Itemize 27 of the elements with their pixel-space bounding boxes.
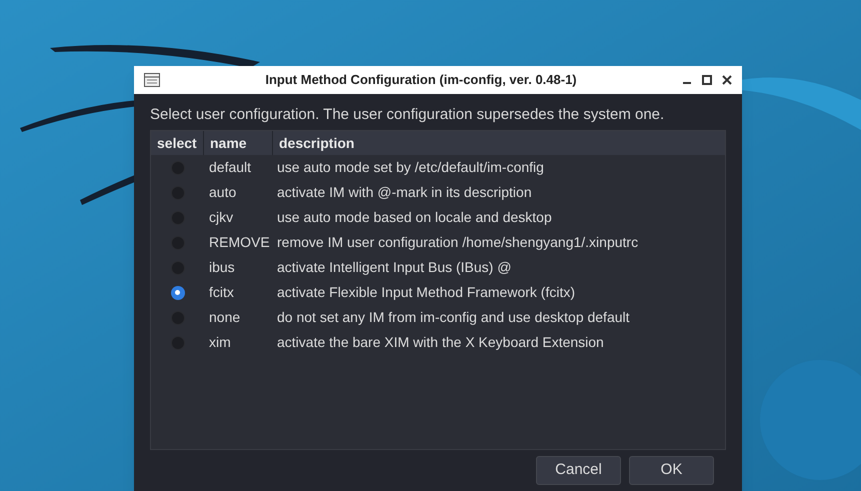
column-header[interactable]: description xyxy=(273,131,725,155)
description-cell-text: activate IM with @-mark in its description xyxy=(276,183,533,202)
close-icon[interactable] xyxy=(722,75,732,85)
description-cell-text: activate Intelligent Input Bus (IBus) @ xyxy=(276,258,512,277)
description-cell-text: do not set any IM from im-config and use desktop default xyxy=(276,308,631,327)
dialog-button[interactable]: Cancel xyxy=(536,456,621,485)
instruction-text: Select user configuration. The user configuration supersedes the system one. xyxy=(150,105,666,125)
description-cell-text: use auto mode based on locale and desktop xyxy=(276,208,553,227)
column-header[interactable]: name xyxy=(204,131,273,155)
description-cell-text: activate the bare XIM with the X Keyboard Extension xyxy=(276,333,605,352)
radio-button[interactable] xyxy=(170,286,184,300)
window-menu-icon[interactable] xyxy=(144,73,160,87)
name-cell-text: xim xyxy=(208,333,232,352)
description-cell-text: use auto mode set by /etc/default/im-config xyxy=(276,158,545,177)
name-cell-text: ibus xyxy=(208,258,236,277)
window-title: Input Method Configuration (im-config, ver. 0.48-1) xyxy=(265,71,577,90)
name-cell-text: fcitx xyxy=(208,283,235,302)
column-header[interactable]: select xyxy=(151,131,204,155)
name-cell-text: auto xyxy=(208,183,238,202)
name-cell-text: cjkv xyxy=(208,208,234,227)
description-cell-text: remove IM user configuration /home/shengyang1/.xinputrc xyxy=(276,233,640,252)
name-cell-text: REMOVE xyxy=(208,233,271,252)
description-cell-text: activate Flexible Input Method Framework (fcitx) xyxy=(276,283,576,302)
name-cell-text: default xyxy=(208,158,252,177)
name-cell-text: none xyxy=(208,308,242,327)
dialog-button[interactable]: OK xyxy=(629,456,714,485)
maximize-icon[interactable] xyxy=(702,75,712,85)
